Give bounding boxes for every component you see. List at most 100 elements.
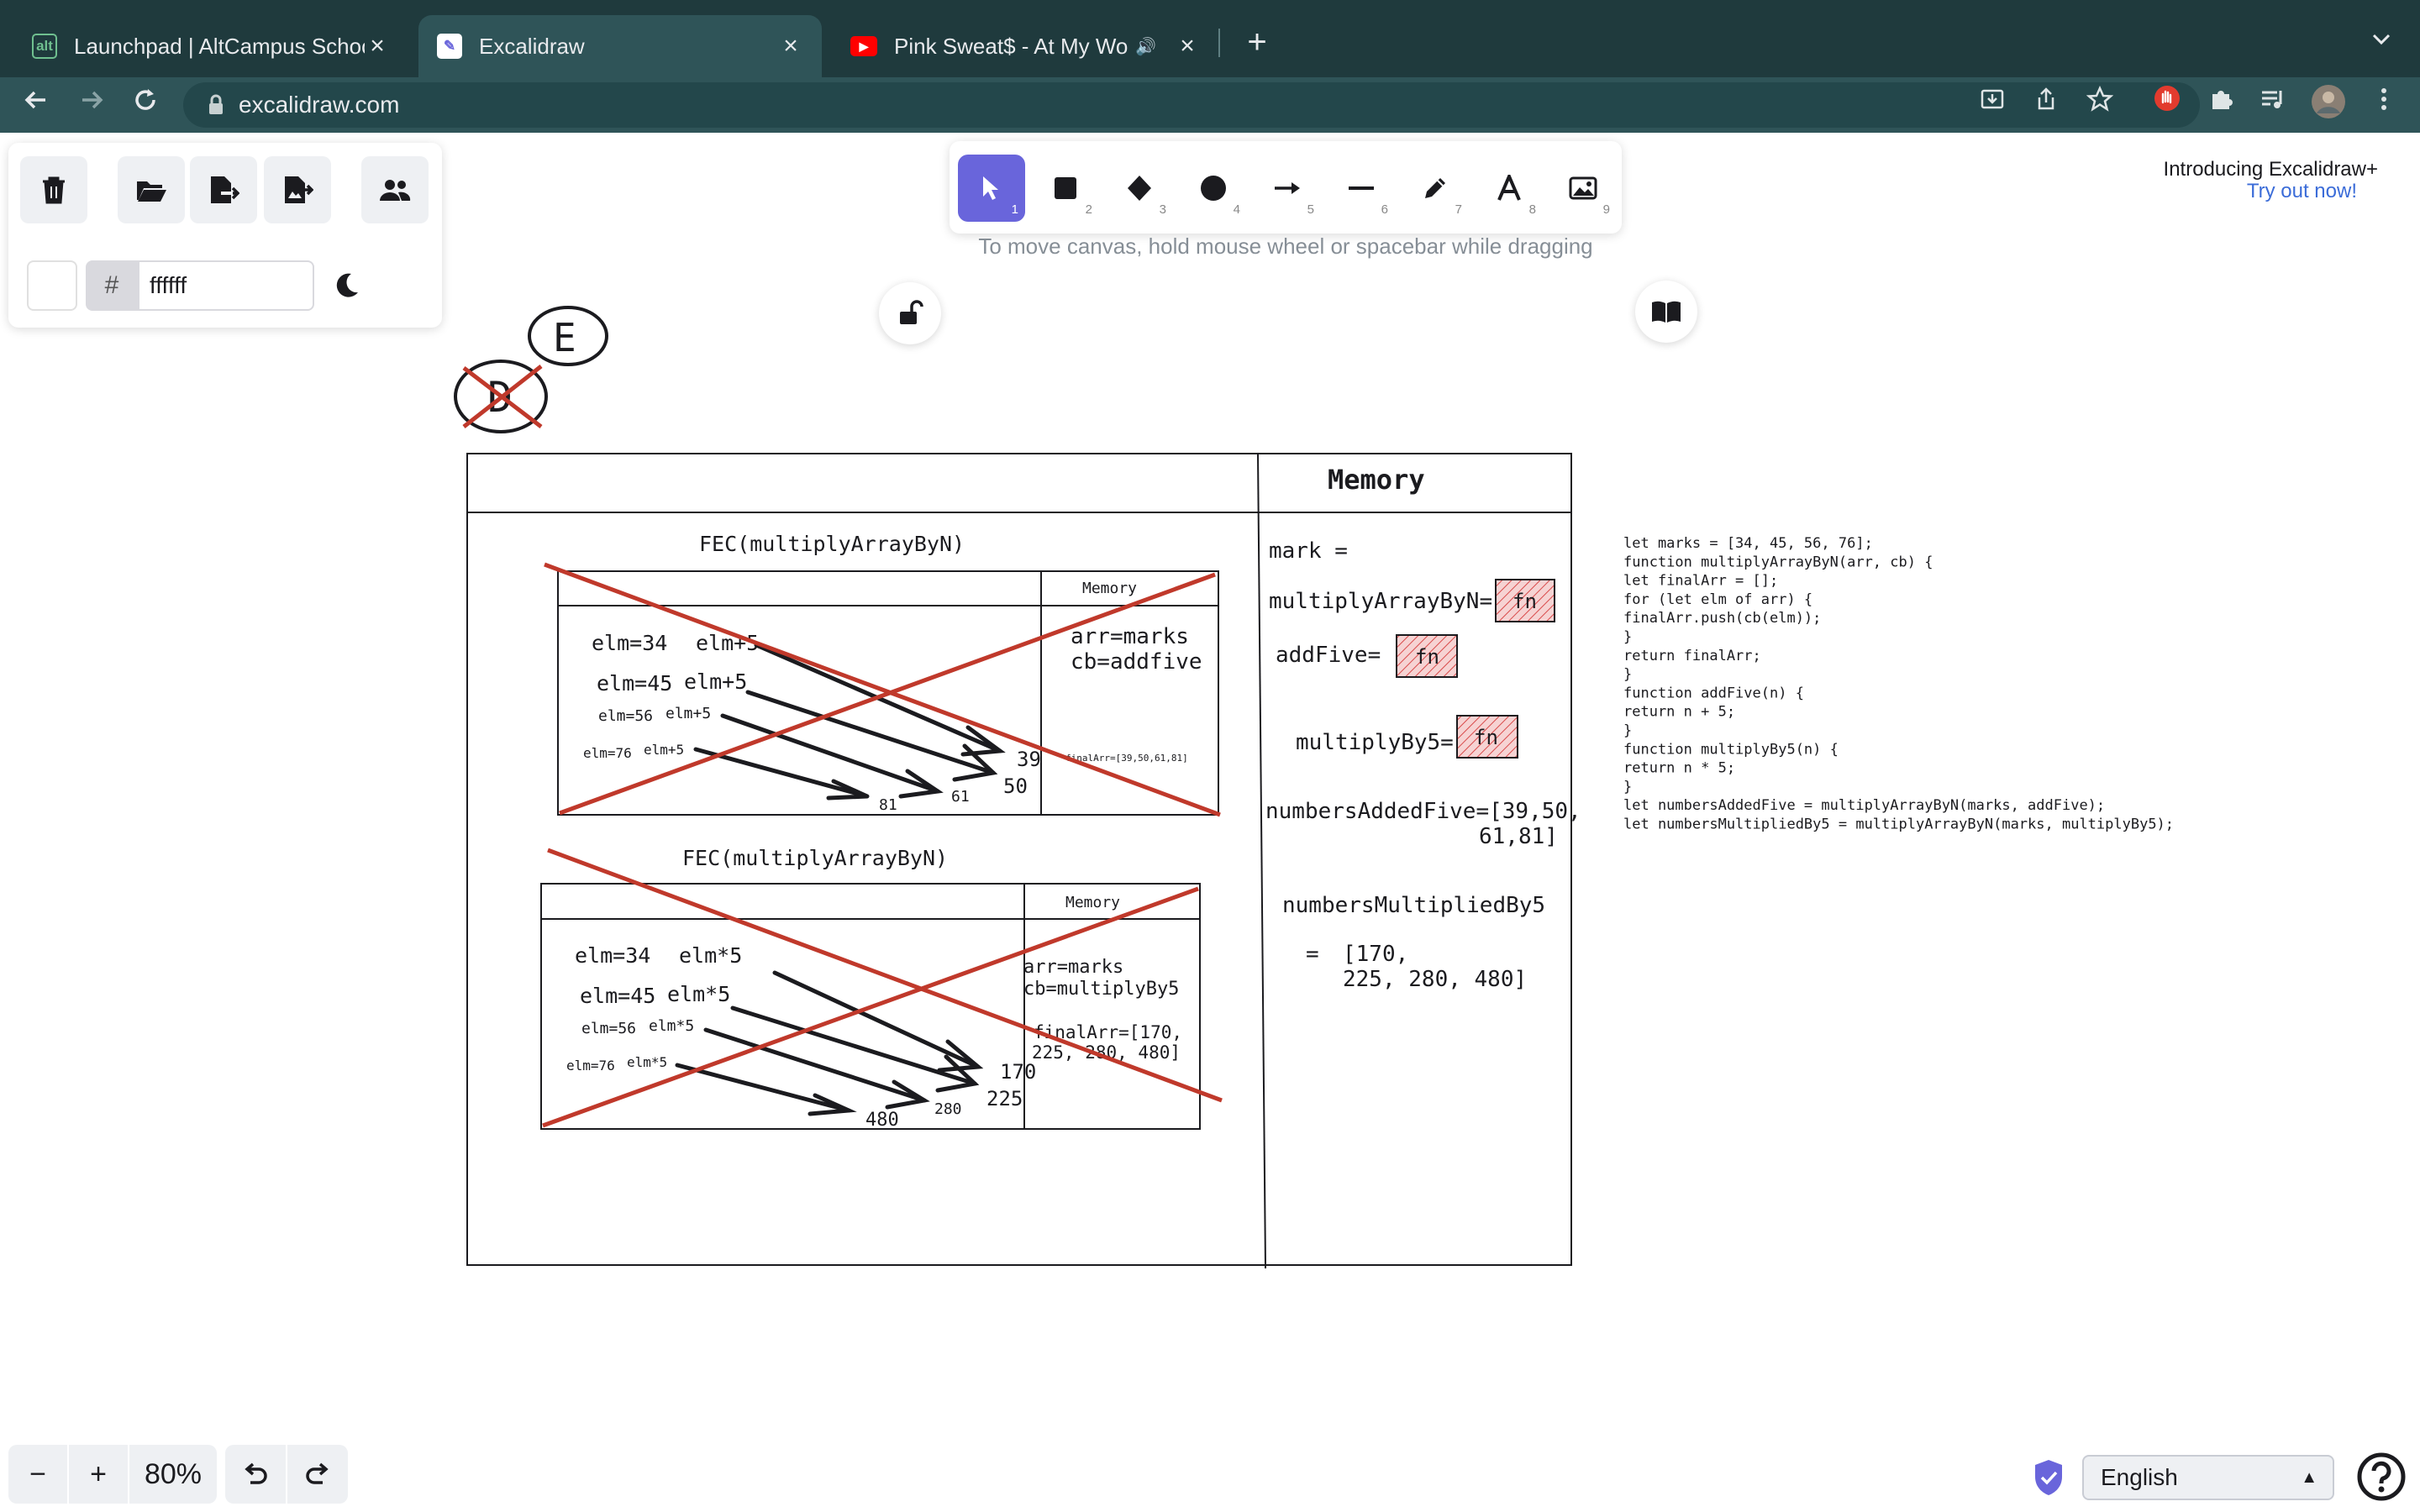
outer-frame[interactable]	[466, 453, 1572, 1269]
fec1-out-39: 39	[1017, 748, 1041, 771]
extensions-button[interactable]	[2200, 84, 2242, 126]
close-icon[interactable]: ×	[1175, 34, 1200, 59]
canvas-background-swatch[interactable]	[27, 260, 77, 311]
avatar-icon	[2312, 85, 2345, 118]
reload-button[interactable]	[124, 84, 166, 126]
arrow-76-to-480[interactable]	[675, 1063, 857, 1116]
mem-nm-eq: =	[1306, 942, 1319, 967]
tool-selection[interactable]: 1	[958, 155, 1025, 222]
export-image-button[interactable]	[264, 156, 331, 223]
tool-draw[interactable]: 7	[1402, 155, 1469, 222]
bookmark-button[interactable]	[2079, 84, 2121, 126]
label-e-circle[interactable]: E	[528, 306, 608, 366]
browser-toolbar: excalidraw.com	[0, 77, 2420, 133]
tool-image[interactable]: 9	[1549, 155, 1617, 222]
install-app-button[interactable]	[1971, 84, 2013, 126]
fn-box-addFive[interactable]: fn	[1396, 634, 1458, 678]
tool-shortcut: 7	[1455, 202, 1462, 217]
fec1-mem-final: finalArr=[39,50,61,81]	[1065, 753, 1188, 764]
label-d-circle[interactable]: D	[454, 360, 548, 433]
label-e: E	[553, 315, 576, 360]
mem-mark: mark =	[1269, 538, 1348, 564]
fec1-elm76: elm=76	[583, 745, 632, 761]
lock-tool-button[interactable]	[879, 282, 941, 344]
lock-icon[interactable]	[203, 92, 229, 118]
tool-ellipse[interactable]: 4	[1180, 155, 1247, 222]
media-control-button[interactable]	[2252, 84, 2294, 126]
fn-box-multiplyArrayByN[interactable]: fn	[1495, 579, 1555, 622]
close-icon[interactable]: ×	[778, 34, 803, 59]
browser-tab-bar: alt Launchpad | AltCampus School × ✎ Exc…	[0, 0, 2420, 77]
tool-shortcut: 9	[1602, 202, 1610, 217]
tool-shortcut: 5	[1307, 202, 1314, 217]
code-line: finalArr.push(cb(elm));	[1623, 610, 1821, 627]
tool-text[interactable]: 8	[1476, 155, 1543, 222]
tab-title: Excalidraw	[479, 33, 585, 59]
zoom-reset-button[interactable]: 80%	[129, 1445, 217, 1504]
zoom-out-button[interactable]: −	[8, 1445, 67, 1504]
fn-box-multiplyBy5[interactable]: fn	[1456, 715, 1518, 759]
mem-numbersAddedFive-2: 61,81]	[1479, 824, 1558, 849]
address-bar[interactable]: excalidraw.com	[183, 82, 2200, 128]
profile-avatar[interactable]	[2307, 84, 2349, 126]
fec1-mem-arr: arr=marks	[1071, 624, 1189, 649]
open-button[interactable]	[118, 156, 185, 223]
excalidraw-canvas[interactable]: D E Memory FEC(multiplyArrayByN) Memory …	[0, 133, 2420, 1512]
fec2-elm76: elm=76	[566, 1058, 615, 1074]
fec1-elm56: elm=56	[598, 707, 653, 725]
dark-mode-toggle[interactable]	[329, 269, 363, 302]
language-select[interactable]: English ▲	[2082, 1455, 2334, 1500]
arrow-34-to-39[interactable]	[754, 643, 1006, 757]
browser-menu-button[interactable]	[2363, 84, 2405, 126]
tool-arrow[interactable]: 5	[1254, 155, 1321, 222]
zoom-in-button[interactable]: +	[69, 1445, 128, 1504]
arrow-icon	[1275, 182, 1300, 194]
tab-title: Pink Sweat$ - At My Worst	[894, 33, 1129, 59]
promo-link[interactable]: Try out now!	[2101, 180, 2357, 203]
fec1-elm56-op: elm+5	[666, 705, 711, 722]
tab-separator	[1218, 29, 1220, 57]
tab-search-button[interactable]	[2363, 24, 2400, 60]
tool-shortcut: 3	[1159, 202, 1166, 217]
library-button[interactable]	[1635, 281, 1697, 343]
share-button[interactable]	[2025, 84, 2067, 126]
shield-check-icon[interactable]	[2032, 1458, 2065, 1497]
close-icon[interactable]: ×	[365, 34, 390, 59]
folder-open-icon	[137, 181, 166, 202]
code-block[interactable]: let marks = [34, 45, 56, 76]; function mu…	[1623, 535, 2174, 833]
help-icon[interactable]	[2356, 1452, 2407, 1502]
canvas-background-input[interactable]: ffffff	[138, 260, 314, 311]
tab-altcampus[interactable]: alt Launchpad | AltCampus School ×	[13, 15, 408, 77]
new-tab-button[interactable]: +	[1239, 24, 1276, 60]
extension-stop-button[interactable]	[2146, 84, 2188, 126]
back-button[interactable]	[15, 84, 57, 126]
rectangle-icon	[1055, 177, 1076, 199]
sketch-drawing[interactable]: D E Memory FEC(multiplyArrayByN) Memory …	[0, 133, 2420, 1512]
tab-excalidraw[interactable]: ✎ Excalidraw ×	[418, 15, 822, 77]
fec1-out-81: 81	[879, 796, 897, 814]
live-collaboration-button[interactable]	[361, 156, 429, 223]
mem-nm-val-1: [170,	[1343, 942, 1408, 967]
tool-line[interactable]: 6	[1328, 155, 1395, 222]
url-text[interactable]: excalidraw.com	[239, 82, 399, 128]
line-icon	[1349, 186, 1374, 190]
tab-youtube[interactable]: ▶ Pink Sweat$ - At My Worst 🔊 ×	[832, 15, 1218, 77]
tool-rectangle[interactable]: 2	[1032, 155, 1099, 222]
pointer-icon	[983, 176, 998, 200]
reload-icon	[135, 89, 155, 110]
fec2-elm34-op: elm*5	[679, 943, 742, 968]
tool-shortcut: 4	[1233, 202, 1240, 217]
arrow-right-icon	[82, 91, 103, 109]
fec2-out-170: 170	[1000, 1060, 1036, 1084]
redo-button[interactable]	[287, 1445, 348, 1504]
fec-title-2: FEC(multiplyArrayByN)	[682, 846, 948, 870]
clear-canvas-button[interactable]	[20, 156, 87, 223]
speaker-icon[interactable]: 🔊	[1135, 36, 1156, 57]
promo-title: Introducing Excalidraw+	[2163, 158, 2378, 181]
save-button[interactable]	[190, 156, 257, 223]
tool-diamond[interactable]: 3	[1106, 155, 1173, 222]
fec1-elm34: elm=34	[592, 631, 667, 655]
fec1-mem-cb: cb=addfive	[1071, 649, 1202, 675]
forward-button[interactable]	[71, 84, 113, 126]
undo-button[interactable]	[225, 1445, 286, 1504]
